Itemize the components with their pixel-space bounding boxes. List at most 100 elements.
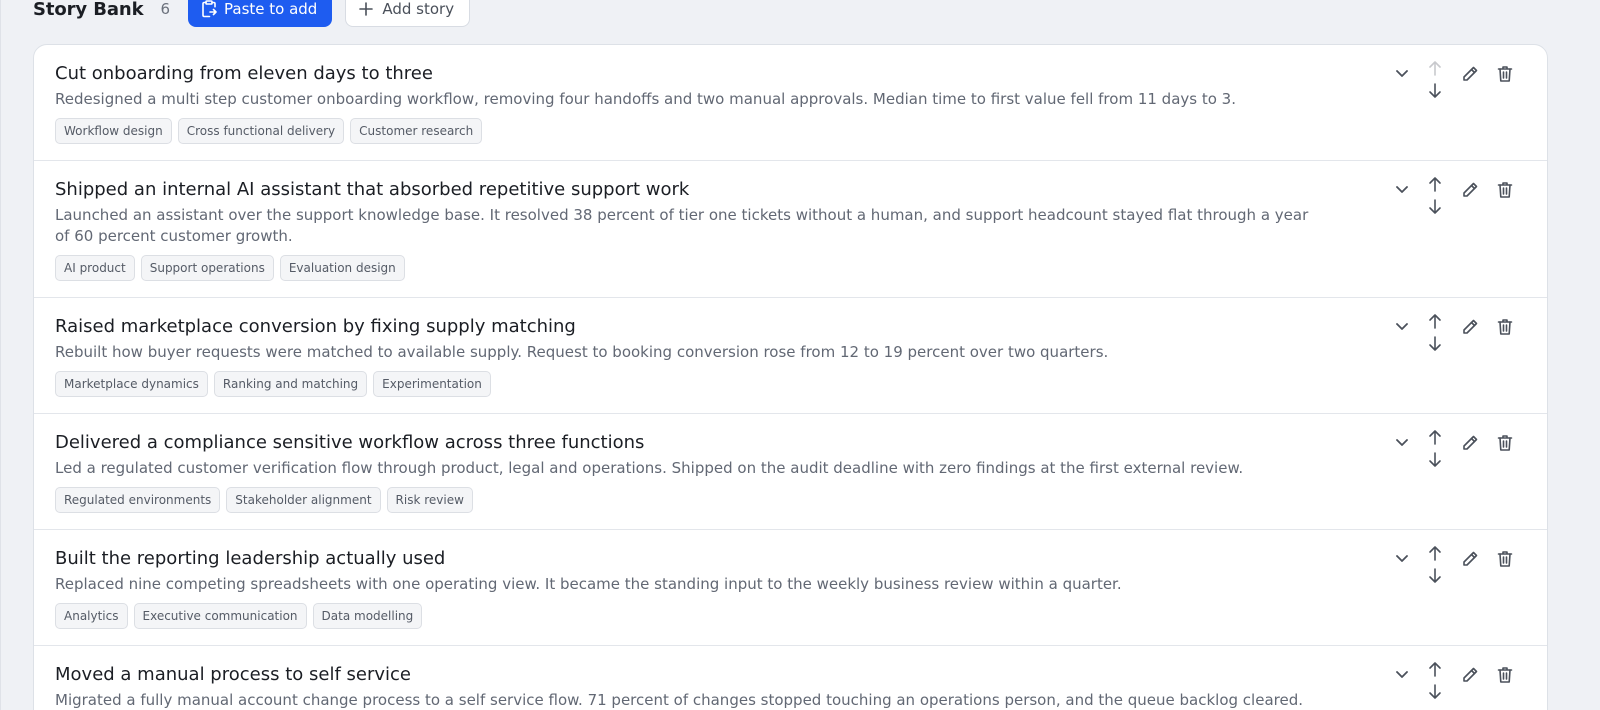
expand-button[interactable] (1392, 664, 1412, 684)
story-tag: Regulated environments (55, 487, 221, 513)
pencil-icon (1461, 666, 1479, 684)
arrow-up-icon (1428, 661, 1442, 677)
story-actions (1347, 646, 1547, 710)
move-up-button[interactable] (1427, 428, 1443, 446)
chevron-down-icon (1394, 181, 1410, 197)
pencil-icon (1461, 65, 1479, 83)
pencil-icon (1461, 434, 1479, 452)
story-title: Cut onboarding from eleven days to three (55, 63, 433, 84)
paste-to-add-label: Paste to add (224, 0, 318, 18)
story-content: Moved a manual process to self service M… (34, 646, 1547, 710)
move-up-button[interactable] (1427, 544, 1443, 562)
story-tags: Workflow design Cross functional delivery… (55, 118, 1327, 144)
story-actions (1347, 530, 1547, 610)
move-down-button[interactable] (1427, 335, 1443, 353)
story-card: Shipped an internal AI assistant that ab… (34, 161, 1547, 298)
expand-button[interactable] (1392, 63, 1412, 83)
chevron-down-icon (1394, 666, 1410, 682)
story-description: Migrated a fully manual account change p… (55, 691, 1303, 709)
move-down-button[interactable] (1427, 82, 1443, 100)
add-story-button[interactable]: Add story (345, 0, 471, 27)
edit-button[interactable] (1460, 317, 1480, 337)
arrow-down-icon (1428, 83, 1442, 99)
chevron-down-icon (1394, 318, 1410, 334)
move-down-button[interactable] (1427, 683, 1443, 701)
move-down-button[interactable] (1427, 567, 1443, 585)
story-title: Moved a manual process to self service (55, 664, 411, 685)
story-card: Moved a manual process to self service M… (34, 646, 1547, 710)
story-tags: Analytics Executive communication Data mod… (55, 603, 1327, 629)
edit-button[interactable] (1460, 433, 1480, 453)
delete-button[interactable] (1495, 317, 1515, 337)
story-tag: Workflow design (55, 118, 172, 144)
story-tag: Evaluation design (279, 255, 405, 281)
story-content: Raised marketplace conversion by fixing … (34, 298, 1547, 397)
story-tag: Cross functional delivery (177, 118, 345, 144)
delete-button[interactable] (1495, 433, 1515, 453)
expand-button[interactable] (1392, 316, 1412, 336)
sidebar-divider (0, 0, 1, 710)
story-content: Delivered a compliance sensitive workflo… (34, 414, 1547, 513)
expand-button[interactable] (1392, 179, 1412, 199)
story-card: Delivered a compliance sensitive workflo… (34, 414, 1547, 530)
story-content: Shipped an internal AI assistant that ab… (34, 161, 1547, 281)
edit-button[interactable] (1460, 64, 1480, 84)
story-actions (1347, 414, 1547, 494)
story-tag: Stakeholder alignment (226, 487, 381, 513)
story-tag: Marketplace dynamics (55, 371, 208, 397)
arrow-up-icon (1428, 429, 1442, 445)
edit-button[interactable] (1460, 180, 1480, 200)
delete-button[interactable] (1495, 180, 1515, 200)
add-story-label: Add story (382, 0, 455, 18)
story-tags: Marketplace dynamics Ranking and matching… (55, 371, 1327, 397)
chevron-down-icon (1394, 434, 1410, 450)
move-down-button[interactable] (1427, 451, 1443, 469)
arrow-up-icon (1428, 176, 1442, 192)
move-up-button[interactable] (1427, 660, 1443, 678)
chevron-down-icon (1394, 550, 1410, 566)
move-down-button[interactable] (1427, 198, 1443, 216)
trash-icon (1497, 65, 1513, 83)
story-title: Shipped an internal AI assistant that ab… (55, 179, 690, 200)
arrow-down-icon (1428, 199, 1442, 215)
story-tag: Executive communication (133, 603, 307, 629)
story-tag: Analytics (55, 603, 128, 629)
edit-button[interactable] (1460, 665, 1480, 685)
story-actions (1347, 161, 1547, 241)
story-actions (1347, 298, 1547, 378)
paste-to-add-button[interactable]: Paste to add (188, 0, 333, 27)
trash-icon (1497, 318, 1513, 336)
arrow-down-icon (1428, 684, 1442, 700)
trash-icon (1497, 181, 1513, 199)
delete-button[interactable] (1495, 549, 1515, 569)
story-bank-app: Story Bank 6 Paste to add Add story Cut … (0, 0, 1600, 710)
story-tag: Risk review (386, 487, 473, 513)
pencil-icon (1461, 318, 1479, 336)
story-description: Rebuilt how buyer requests were matched … (55, 343, 1109, 361)
pencil-icon (1461, 181, 1479, 199)
story-tag: Ranking and matching (213, 371, 368, 397)
edit-button[interactable] (1460, 549, 1480, 569)
delete-button[interactable] (1495, 665, 1515, 685)
delete-button[interactable] (1495, 64, 1515, 84)
story-description: Redesigned a multi step customer onboard… (55, 90, 1236, 108)
arrow-down-icon (1428, 568, 1442, 584)
arrow-down-icon (1428, 336, 1442, 352)
expand-button[interactable] (1392, 548, 1412, 568)
story-title: Built the reporting leadership actually … (55, 548, 446, 569)
story-actions (1347, 45, 1547, 125)
story-content: Cut onboarding from eleven days to three… (34, 45, 1547, 144)
trash-icon (1497, 434, 1513, 452)
pencil-icon (1461, 550, 1479, 568)
expand-button[interactable] (1392, 432, 1412, 452)
story-tags: Regulated environments Stakeholder alignm… (55, 487, 1327, 513)
move-up-button[interactable] (1427, 175, 1443, 193)
plus-icon (359, 2, 374, 16)
arrow-up-icon (1428, 313, 1442, 329)
clipboard-icon (201, 0, 217, 18)
arrow-up-icon (1428, 60, 1442, 76)
story-tags: AI product Support operations Evaluation d… (55, 255, 1327, 281)
move-up-button[interactable] (1427, 312, 1443, 330)
story-tag: Data modelling (312, 603, 423, 629)
story-tag: Customer research (350, 118, 483, 144)
